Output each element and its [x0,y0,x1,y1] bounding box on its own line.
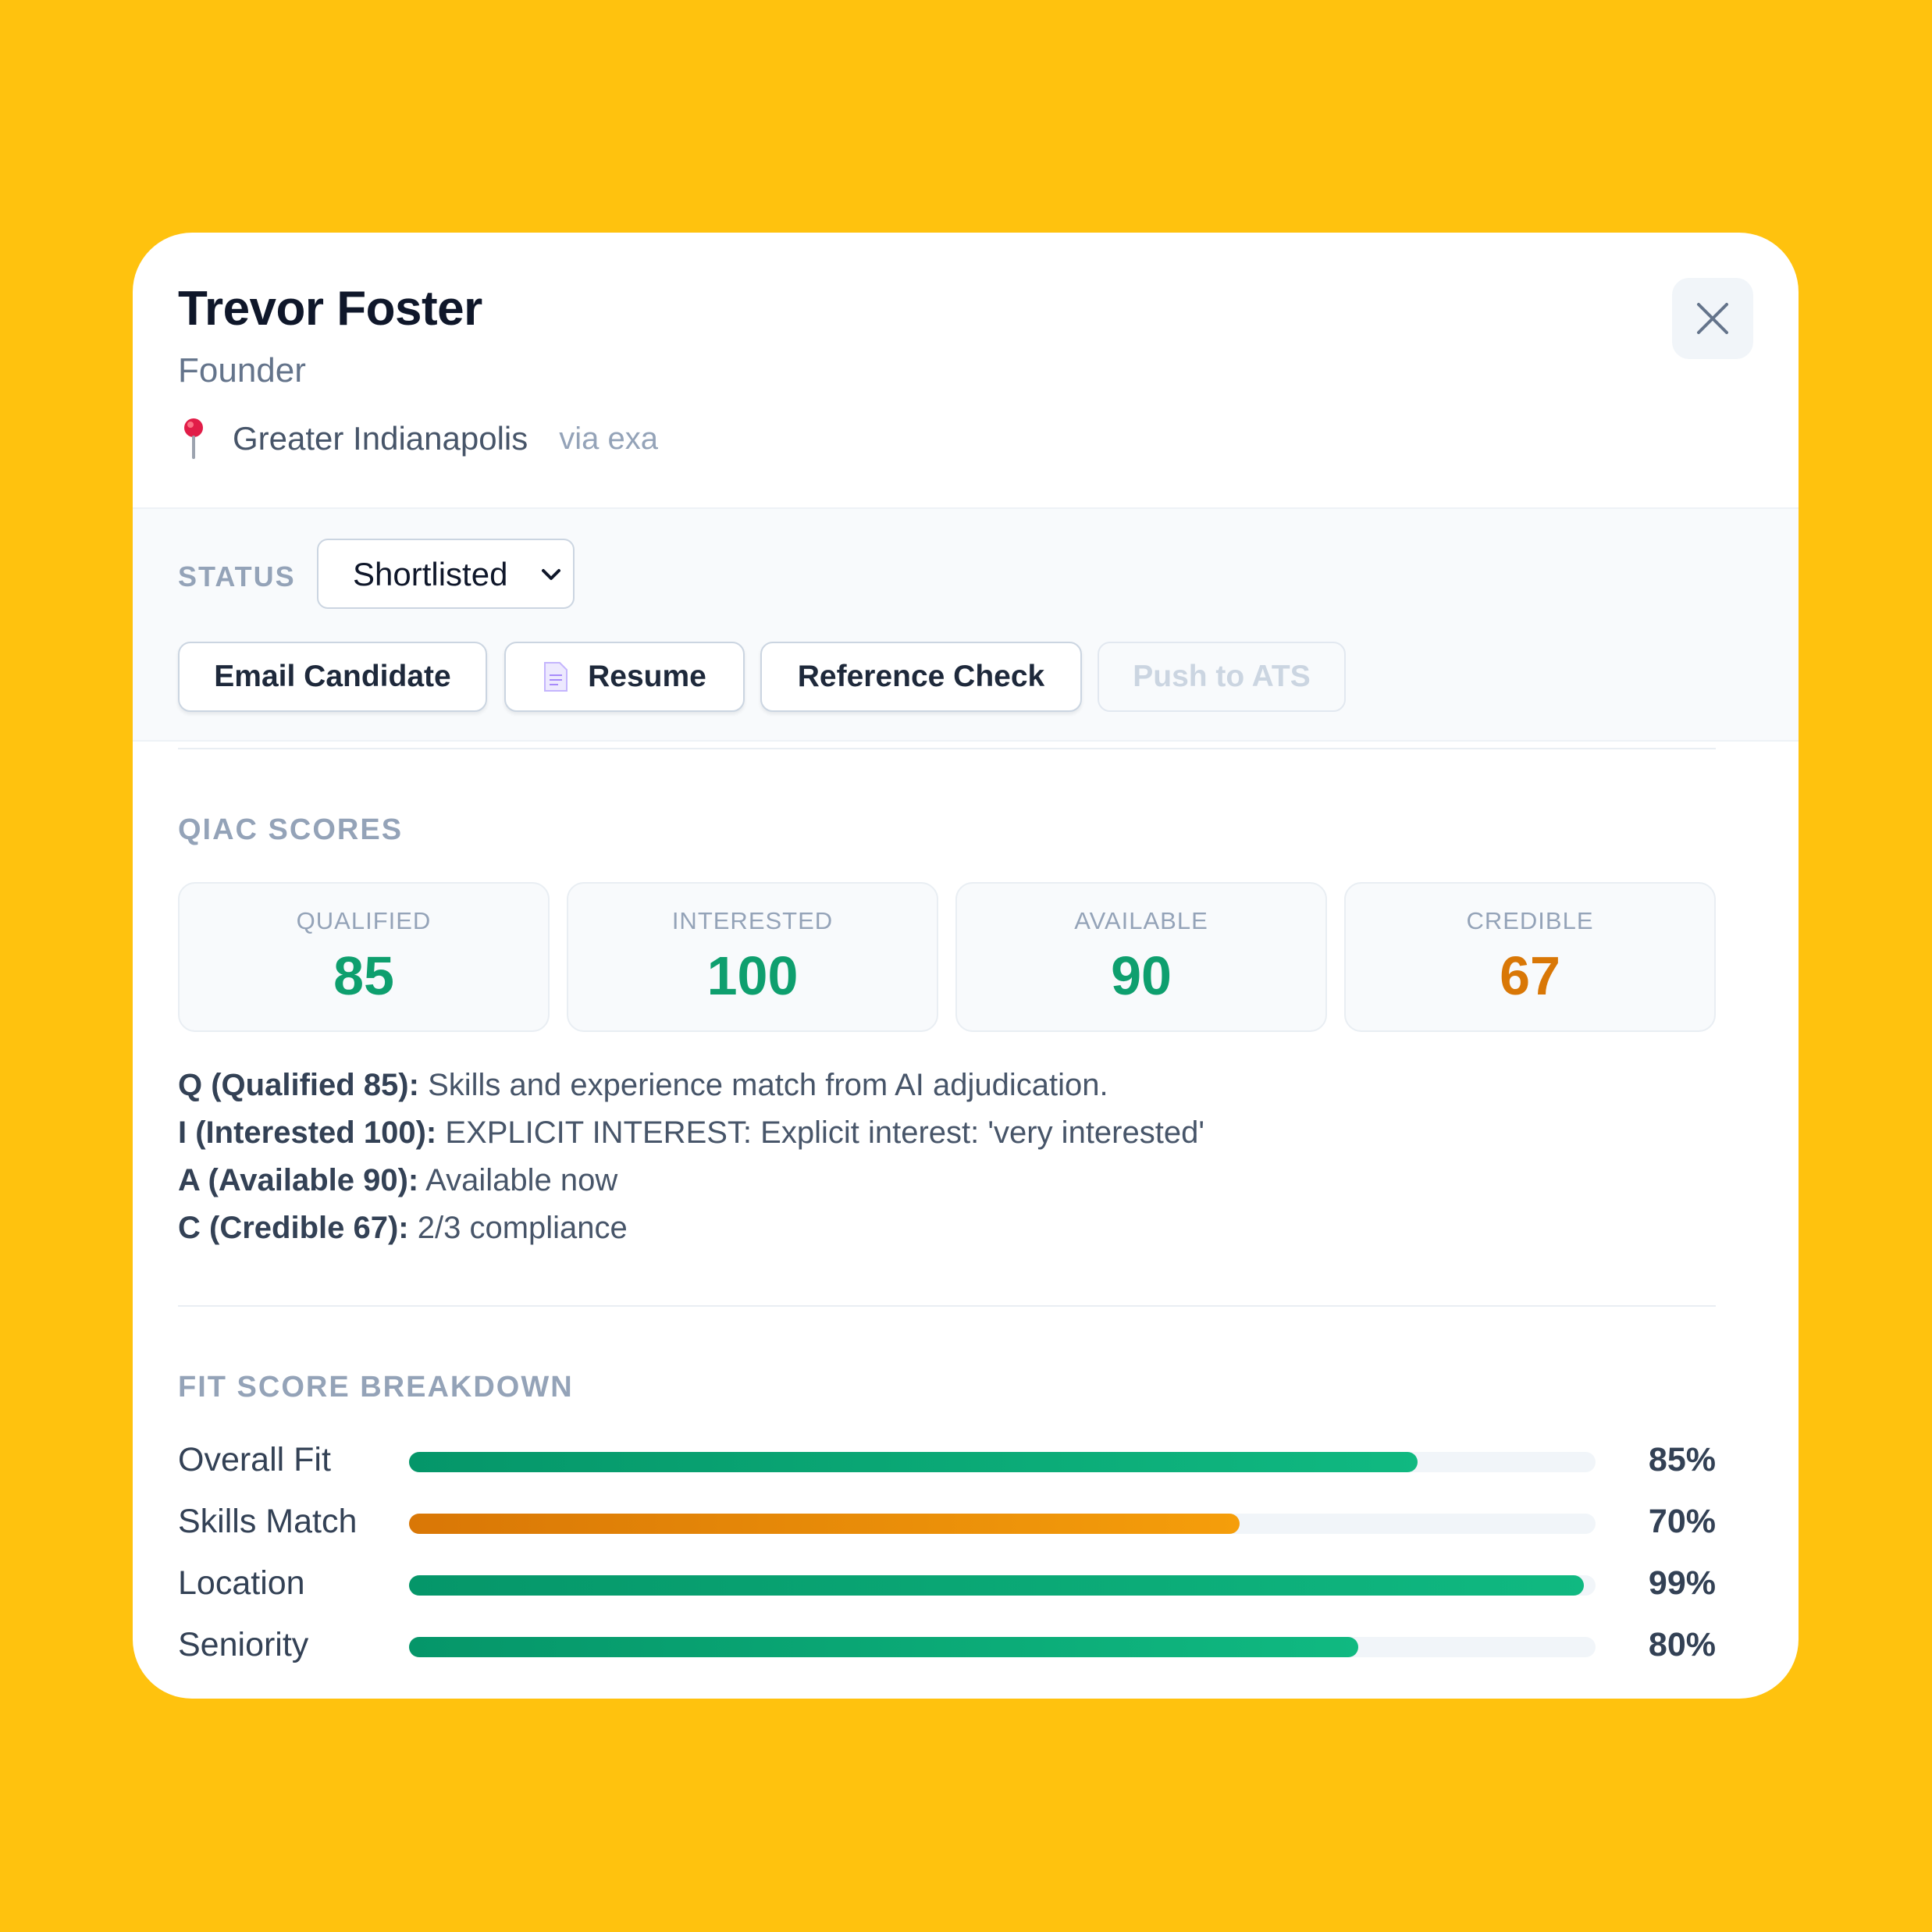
score-card-label: AVAILABLE [1074,907,1208,934]
candidate-header: Trevor Foster Founder Greater Indianapol… [133,233,1799,507]
score-card-value: 85 [333,945,394,1006]
fit-label: Seniority [178,1626,309,1663]
fit-percent: 80% [1648,1626,1716,1663]
score-card-available: AVAILABLE 90 [955,882,1327,1032]
qiac-explanation-q: Q (Qualified 85): Skills and experience … [178,1062,1724,1109]
fit-label: Skills Match [178,1503,358,1540]
fit-row-skills: Skills Match 70% [178,1498,1716,1545]
score-card-qualified: QUALIFIED 85 [178,882,550,1032]
candidate-source: via exa [559,421,658,456]
fit-bar-fill [409,1514,1240,1534]
location-row: Greater Indianapolis via exa [178,417,658,461]
fit-bar-track [409,1452,1596,1472]
close-button[interactable] [1672,278,1753,359]
push-to-ats-label: Push to ATS [1133,660,1311,693]
fit-bar-track [409,1637,1596,1657]
fit-bar-fill [409,1575,1584,1596]
reference-check-button[interactable]: Reference Check [760,642,1082,712]
reference-check-label: Reference Check [797,660,1045,693]
explanation-key: Q (Qualified 85): [178,1068,419,1102]
resume-button[interactable]: Resume [504,642,745,712]
fit-label: Overall Fit [178,1441,331,1478]
status-selected-value: Shortlisted [353,556,508,592]
email-candidate-button[interactable]: Email Candidate [178,642,487,712]
map-pin-icon [184,418,203,459]
section-divider [178,748,1716,749]
explanation-key: A (Available 90): [178,1163,419,1197]
qiac-explanation-c: C (Credible 67): 2/3 compliance [178,1204,1724,1252]
email-candidate-label: Email Candidate [214,660,451,693]
qiac-section-title: QIAC SCORES [178,813,404,846]
fit-row-location: Location 99% [178,1560,1716,1606]
score-card-value: 100 [706,945,799,1006]
section-divider [178,1305,1716,1307]
explanation-text: EXPLICIT INTEREST: Explicit interest: 'v… [445,1115,1204,1150]
close-icon [1697,303,1728,334]
fit-percent: 99% [1648,1564,1716,1602]
score-card-credible: CREDIBLE 67 [1344,882,1716,1032]
explanation-text: Available now [425,1163,618,1197]
candidate-detail-panel: Trevor Foster Founder Greater Indianapol… [133,233,1799,1699]
resume-label: Resume [588,660,706,693]
status-label: STATUS [178,560,296,592]
fit-row-seniority: Seniority 80% [178,1621,1716,1668]
push-to-ats-button[interactable]: Push to ATS [1098,642,1346,712]
explanation-key: C (Credible 67): [178,1211,409,1245]
score-card-label: INTERESTED [671,907,834,934]
fit-percent: 85% [1648,1441,1716,1478]
fit-percent: 70% [1648,1503,1716,1540]
document-icon [544,662,568,692]
qiac-explanation-a: A (Available 90): Available now [178,1157,1724,1204]
qiac-explanations: Q (Qualified 85): Skills and experience … [178,1062,1724,1252]
score-card-value: 67 [1500,945,1560,1006]
score-card-interested: INTERESTED 100 [567,882,938,1032]
qiac-explanation-i: I (Interested 100): EXPLICIT INTEREST: E… [178,1109,1724,1157]
fit-label: Location [178,1564,305,1602]
fit-bar-track [409,1514,1596,1534]
score-card-value: 90 [1111,945,1172,1006]
fit-bar-fill [409,1637,1358,1657]
fit-section-title: FIT SCORE BREAKDOWN [178,1371,574,1404]
score-card-label: QUALIFIED [296,907,432,934]
candidate-role: Founder [178,351,306,390]
score-card-label: CREDIBLE [1466,907,1594,934]
fit-row-overall: Overall Fit 85% [178,1436,1716,1483]
actions-panel: STATUS Shortlisted Email Candidate Resum… [133,507,1799,742]
candidate-name: Trevor Foster [178,282,482,336]
explanation-key: I (Interested 100): [178,1115,437,1150]
status-select[interactable]: Shortlisted [317,539,575,609]
fit-bar-fill [409,1452,1418,1472]
explanation-text: 2/3 compliance [417,1211,628,1245]
chevron-down-icon [542,569,560,580]
candidate-location: Greater Indianapolis [233,420,528,457]
fit-bar-track [409,1575,1596,1596]
explanation-text: Skills and experience match from AI adju… [428,1068,1108,1102]
